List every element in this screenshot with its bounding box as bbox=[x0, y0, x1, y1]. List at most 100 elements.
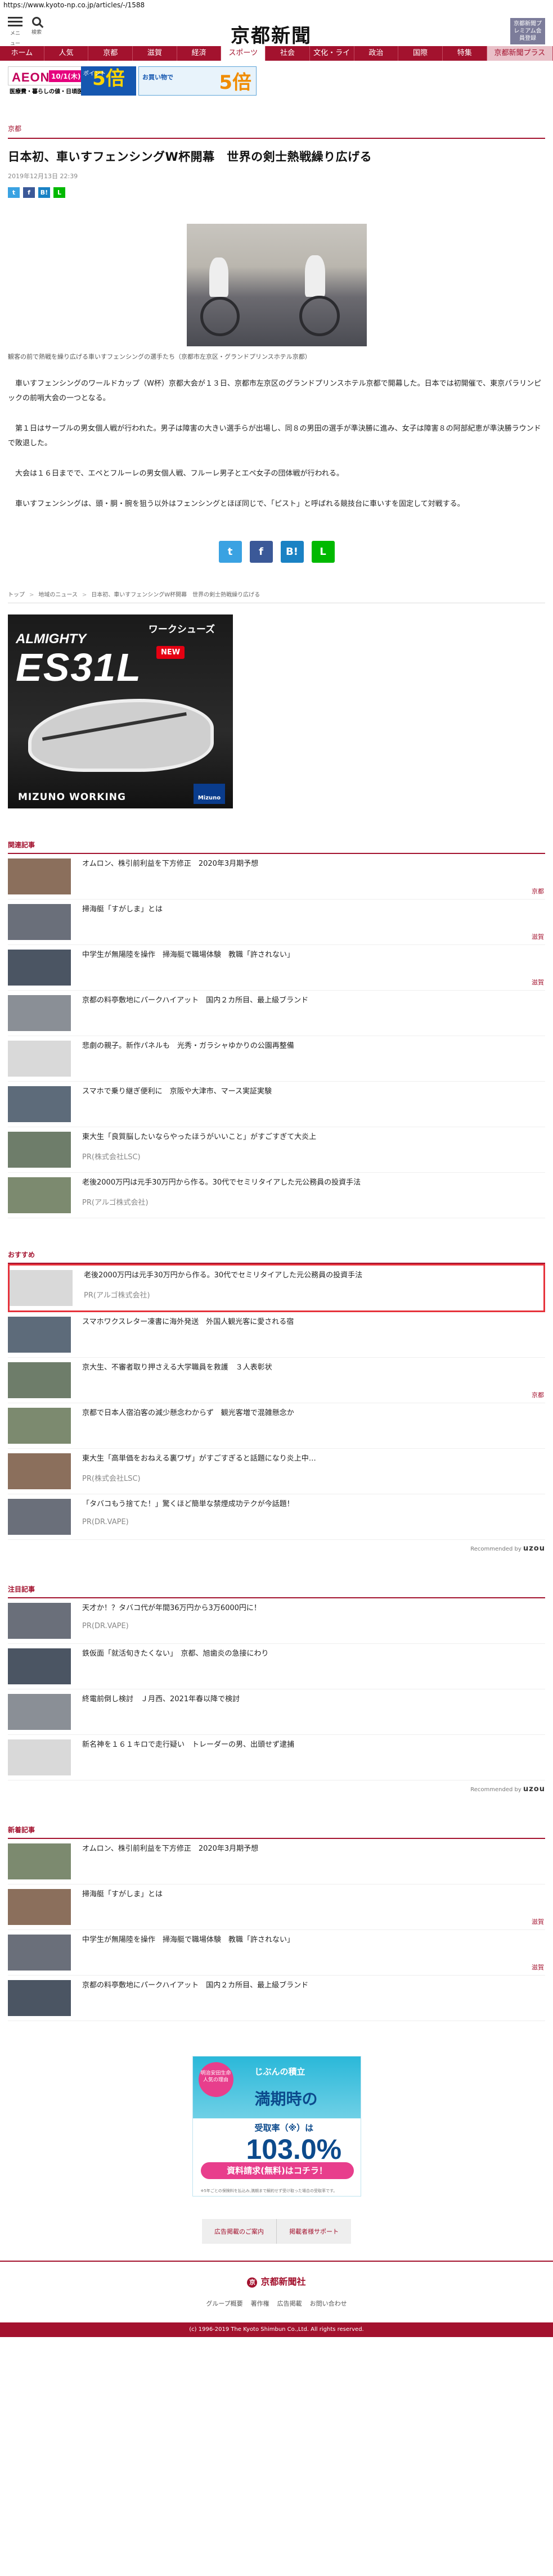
thumbnail[interactable] bbox=[8, 1843, 71, 1879]
thumbnail[interactable] bbox=[8, 1648, 71, 1684]
item-title[interactable]: 中学生が無陽陸を操作 掃海艇で職場体験 教職「許されない」 bbox=[82, 950, 294, 961]
item-title[interactable]: 新名神を１６１キロで走行疑い トレーダーの男、出頭せず逮捕 bbox=[82, 1739, 294, 1751]
nav-item[interactable]: 滋賀 bbox=[133, 46, 177, 61]
item-title[interactable]: 悲劇の親子。新作パネルも 光秀・ガラシャゆかりの公園再整備 bbox=[82, 1041, 294, 1052]
thumbnail[interactable] bbox=[8, 1603, 71, 1639]
insurance-ad[interactable]: 明治安田生命 人気の理由 じぶんの積立 満期時の 受取率（※）は 103.0% … bbox=[192, 2056, 361, 2197]
thumbnail[interactable] bbox=[8, 995, 71, 1031]
advertiser-support-link[interactable]: 掲載者様サポート bbox=[276, 2219, 351, 2244]
list-item[interactable]: 新名神を１６１キロで走行疑い トレーダーの男、出頭せず逮捕 bbox=[8, 1735, 545, 1780]
line-share-icon[interactable]: L bbox=[53, 187, 65, 198]
item-region-tag[interactable]: 京都 bbox=[532, 1390, 544, 1399]
nav-item[interactable]: 経済 bbox=[177, 46, 222, 61]
item-title[interactable]: スマホで乗り継ぎ便利に 京阪や大津市、マース実証実験 bbox=[82, 1086, 272, 1097]
item-region-tag[interactable]: 滋賀 bbox=[532, 1963, 544, 1972]
footer-link[interactable]: 著作権 bbox=[251, 2299, 269, 2308]
menu-button[interactable]: メニュー bbox=[8, 17, 23, 47]
nav-item[interactable]: 京都新聞プラス bbox=[487, 46, 553, 61]
item-title[interactable]: オムロン、株引前利益を下方修正 2020年3月期予想 bbox=[82, 1843, 258, 1855]
nav-item[interactable]: 文化・ライフ bbox=[310, 46, 354, 72]
nav-item[interactable]: 人気 bbox=[44, 46, 89, 61]
nav-item[interactable]: 国際 bbox=[398, 46, 443, 61]
item-title[interactable]: 中学生が無陽陸を操作 掃海艇で職場体験 教職「許されない」 bbox=[82, 1935, 294, 1946]
item-title[interactable]: 天才か！？タバコ代が年間36万円から3万6000円に！ bbox=[82, 1603, 261, 1614]
item-title[interactable]: 京都の料亭敷地にパークハイアット 国内２カ所目、最上級ブランド bbox=[82, 995, 308, 1006]
thumbnail[interactable] bbox=[8, 1317, 71, 1353]
uzou-logo[interactable]: uzou bbox=[523, 1544, 545, 1553]
footer-link[interactable]: お問い合わせ bbox=[310, 2299, 347, 2308]
thumbnail[interactable] bbox=[8, 1041, 71, 1077]
footer-link[interactable]: グループ概要 bbox=[206, 2299, 242, 2308]
nav-item[interactable]: ホーム bbox=[0, 46, 44, 61]
list-item[interactable]: 終電前倒し検討 Ｊ月西、2021年春以降で検討 bbox=[8, 1689, 545, 1735]
thumbnail[interactable] bbox=[8, 1362, 71, 1398]
list-item[interactable]: スマホで乗り継ぎ便利に 京阪や大津市、マース実証実験 bbox=[8, 1082, 545, 1127]
item-title[interactable]: スマホワクスレター凍書に海外発送 外国人観光客に愛される宿 bbox=[82, 1317, 294, 1328]
twitter-share-icon[interactable]: t bbox=[218, 541, 242, 563]
mizuno-ad[interactable]: ワークシューズ ALMIGHTY ES31L NEW MIZUNO WORKIN… bbox=[8, 614, 233, 808]
list-item[interactable]: 鉄仮面「就活旬きたくない」 京都、旭歯炎の急接にわり bbox=[8, 1644, 545, 1689]
address-bar[interactable]: https://www.kyoto-np.co.jp/articles/-/15… bbox=[0, 0, 553, 11]
list-item[interactable]: 京都の料亭敷地にパークハイアット 国内２カ所目、最上級ブランド bbox=[8, 1976, 545, 2021]
footer-logo[interactable]: 京京都新聞社 bbox=[0, 2261, 553, 2288]
list-item[interactable]: 京都で日本人宿泊客の減少懸念わからず 観光客増で混雑懸念か bbox=[8, 1403, 545, 1449]
thumbnail[interactable] bbox=[8, 1177, 71, 1213]
item-title[interactable]: オムロン、株引前利益を下方修正 2020年3月期予想 bbox=[82, 858, 258, 870]
item-region-tag[interactable]: 京都 bbox=[532, 887, 544, 896]
list-item[interactable]: 掃海艇「すがしま」とは滋賀 bbox=[8, 1884, 545, 1930]
uzou-logo[interactable]: uzou bbox=[523, 1785, 545, 1793]
premium-button[interactable]: 京都新聞プレミアム会員登録 bbox=[510, 18, 545, 44]
list-item[interactable]: 老後2000万円は元手30万円から作る。30代でセミリタイアした元公務員の投資手… bbox=[8, 1173, 545, 1218]
list-item[interactable]: 中学生が無陽陸を操作 掃海艇で職場体験 教職「許されない」滋賀 bbox=[8, 1930, 545, 1976]
line-share-icon[interactable]: L bbox=[311, 541, 335, 563]
item-title[interactable]: 老後2000万円は元手30万円から作る。30代でセミリタイアした元公務員の投資手… bbox=[82, 1177, 361, 1188]
list-item[interactable]: 京大生、不審者取り押さえる大学職員を救護 ３人表彰状京都 bbox=[8, 1358, 545, 1403]
thumbnail[interactable] bbox=[8, 950, 71, 986]
thumbnail[interactable] bbox=[8, 1086, 71, 1122]
list-item[interactable]: 東大生「高単価をおねえる裏ワザ」がすごすぎると話題になり炎上中… PR(株式会社L… bbox=[8, 1449, 545, 1494]
list-item[interactable]: 中学生が無陽陸を操作 掃海艇で職場体験 教職「許されない」滋賀 bbox=[8, 945, 545, 991]
list-item[interactable]: オムロン、株引前利益を下方修正 2020年3月期予想京都 bbox=[8, 854, 545, 900]
ad2-cta-button[interactable]: 資料請求(無料)はコチラ！ bbox=[200, 2162, 354, 2179]
nav-item[interactable]: 社会 bbox=[266, 46, 310, 61]
search-button[interactable]: 検索 bbox=[29, 16, 44, 36]
item-title[interactable]: 鉄仮面「就活旬きたくない」 京都、旭歯炎の急接にわり bbox=[82, 1648, 269, 1660]
thumbnail[interactable] bbox=[8, 1499, 71, 1535]
facebook-share-icon[interactable]: f bbox=[23, 187, 35, 198]
list-item[interactable]: 東大生「良質脳したいならやったほうがいいこと」がすごすぎて大炎上 PR(株式会社L… bbox=[8, 1127, 545, 1173]
thumbnail[interactable] bbox=[8, 1694, 71, 1730]
list-item[interactable]: 京都の料亭敷地にパークハイアット 国内２カ所目、最上級ブランド bbox=[8, 991, 545, 1036]
list-item[interactable]: 天才か！？タバコ代が年間36万円から3万6000円に！ PR(DR.VAPE) bbox=[8, 1598, 545, 1644]
thumbnail[interactable] bbox=[8, 904, 71, 940]
footer-link[interactable]: 広告掲載 bbox=[277, 2299, 302, 2308]
hatena-share-icon[interactable]: B! bbox=[280, 541, 304, 563]
thumbnail[interactable] bbox=[8, 1453, 71, 1489]
item-title[interactable]: 掃海艇「すがしま」とは bbox=[82, 1889, 163, 1900]
item-region-tag[interactable]: 滋賀 bbox=[532, 1917, 544, 1926]
list-item[interactable]: オムロン、株引前利益を下方修正 2020年3月期予想 bbox=[8, 1839, 545, 1884]
thumbnail[interactable] bbox=[8, 858, 71, 894]
thumbnail[interactable] bbox=[10, 1270, 73, 1306]
thumbnail[interactable] bbox=[8, 1935, 71, 1971]
item-title[interactable]: 京都の料亭敷地にパークハイアット 国内２カ所目、最上級ブランド bbox=[82, 1980, 308, 1991]
hatena-share-icon[interactable]: B! bbox=[38, 187, 50, 198]
breadcrumb-item[interactable]: トップ bbox=[8, 592, 25, 598]
item-region-tag[interactable]: 滋賀 bbox=[532, 978, 544, 987]
item-title[interactable]: 京都で日本人宿泊客の減少懸念わからず 観光客増で混雑懸念か bbox=[82, 1408, 294, 1419]
thumbnail[interactable] bbox=[8, 1408, 71, 1444]
list-item[interactable]: 悲劇の親子。新作パネルも 光秀・ガラシャゆかりの公園再整備 bbox=[8, 1036, 545, 1082]
list-item[interactable]: 老後2000万円は元手30万円から作る。30代でセミリタイアした元公務員の投資手… bbox=[8, 1264, 545, 1312]
ad-info-link[interactable]: 広告掲載のご案内 bbox=[202, 2219, 276, 2244]
facebook-share-icon[interactable]: f bbox=[249, 541, 273, 563]
thumbnail[interactable] bbox=[8, 1889, 71, 1925]
thumbnail[interactable] bbox=[8, 1132, 71, 1168]
item-title[interactable]: 東大生「良質脳したいならやったほうがいいこと」がすごすぎて大炎上 bbox=[82, 1132, 316, 1143]
item-title[interactable]: 京大生、不審者取り押さえる大学職員を救護 ３人表彰状 bbox=[82, 1362, 272, 1373]
thumbnail[interactable] bbox=[8, 1739, 71, 1775]
item-title[interactable]: 「タバコもう捨てた！」驚くほど簡単な禁煙成功テクが今話題！ bbox=[82, 1499, 294, 1510]
site-logo[interactable]: 京都新聞 bbox=[231, 20, 312, 48]
item-region-tag[interactable]: 滋賀 bbox=[532, 932, 544, 941]
breadcrumb-item[interactable]: 地域のニュース bbox=[38, 592, 78, 598]
nav-item[interactable]: スポーツ bbox=[221, 46, 266, 61]
item-title[interactable]: 東大生「高単価をおねえる裏ワザ」がすごすぎると話題になり炎上中… bbox=[82, 1453, 316, 1465]
